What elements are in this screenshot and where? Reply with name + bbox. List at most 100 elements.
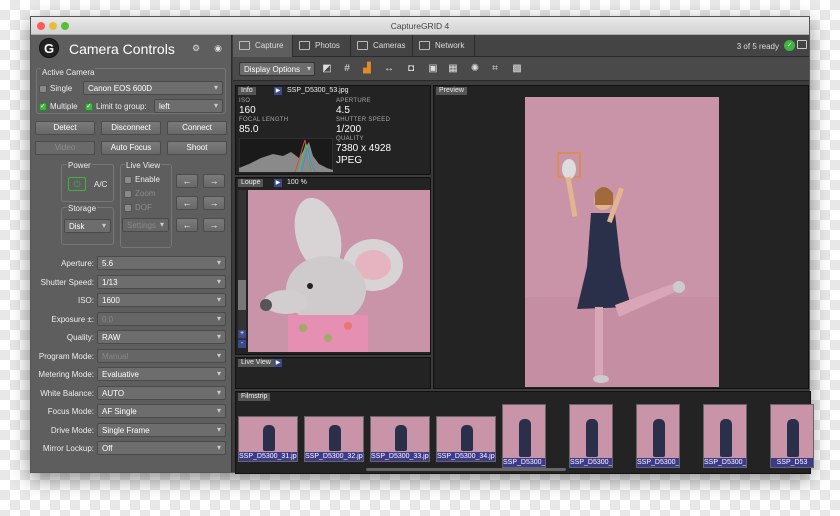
auto-focus-button[interactable]: Auto Focus	[101, 141, 161, 155]
liveview-play-icon[interactable]: ▶	[274, 359, 282, 367]
thumbnail-subject	[586, 419, 598, 457]
preview-tag: Preview	[436, 87, 467, 95]
tab-network[interactable]: Network	[413, 35, 475, 57]
liveview-dof-checkbox[interactable]	[124, 204, 132, 212]
single-label: Single	[50, 84, 73, 93]
active-camera-legend: Active Camera	[41, 68, 96, 77]
limit-group-checkbox[interactable]	[85, 102, 93, 111]
multiple-radio[interactable]	[39, 102, 47, 111]
shutter-label: SHUTTER SPEED	[336, 117, 391, 123]
prop-select[interactable]: 5.6	[97, 256, 226, 270]
camera-capture-icon[interactable]	[797, 40, 807, 49]
connect-button[interactable]: Connect	[167, 121, 227, 135]
filmstrip-thumbnail[interactable]: SSP_D5300_31.jpg	[238, 416, 298, 462]
quality-label: QUALITY	[336, 136, 364, 142]
info-filename: SSP_D5300_53.jpg	[287, 87, 349, 94]
tab-network-label: Network	[435, 41, 465, 50]
filmstrip-thumbnail[interactable]: SSP_D5300_	[636, 404, 680, 468]
shoot-button[interactable]: Shoot	[167, 141, 227, 155]
info-play-icon[interactable]: ▶	[274, 87, 282, 95]
thumbnail-subject	[519, 419, 531, 457]
loupe-zoom-slider-handle[interactable]	[238, 280, 246, 310]
histogram-chart	[239, 138, 333, 172]
prop-select[interactable]: 1/13	[97, 275, 226, 289]
filmstrip-caption: SSP_D5300_34.jpg	[437, 452, 495, 461]
fit-width-icon[interactable]: ↔	[383, 63, 395, 75]
qr-code-icon[interactable]: ▩	[511, 63, 523, 75]
prop-select[interactable]: AF Single	[97, 404, 226, 418]
filmstrip-scrollbar[interactable]	[366, 468, 566, 471]
liveview-zoom-checkbox[interactable]	[124, 190, 132, 198]
snapshot-icon[interactable]: ◘	[405, 63, 417, 75]
prop-select[interactable]: Single Frame	[97, 423, 226, 437]
group-select[interactable]: left	[154, 99, 223, 113]
video-button[interactable]: Video	[35, 141, 95, 155]
thumbnail-subject	[461, 425, 473, 451]
prop-select[interactable]: AUTO	[97, 386, 226, 400]
tab-bar: Capture Photos Cameras Network 3 of 5 re…	[233, 35, 809, 57]
histogram-icon[interactable]: ▟	[361, 63, 373, 75]
settings-gear-icon[interactable]: ⚙	[191, 43, 201, 53]
photos-icon	[299, 41, 310, 50]
prop-label: White Balance:	[40, 389, 94, 398]
tab-cameras[interactable]: Cameras	[351, 35, 413, 57]
focus-left-arrow-button-3[interactable]: ←	[176, 218, 198, 232]
liveview-enable-checkbox[interactable]	[124, 176, 132, 184]
prop-label: Program Mode:	[38, 352, 94, 361]
filmstrip-thumbnail[interactable]: SSP_D5300_	[502, 404, 546, 468]
focus-peaking-icon[interactable]: ✺	[469, 63, 481, 75]
prop-select[interactable]: 1600	[97, 293, 226, 307]
grid-icon[interactable]: #	[341, 63, 353, 75]
filmstrip-thumbnail[interactable]: SSP_D5300_33.jpg	[370, 416, 430, 462]
filmstrip-thumbnail[interactable]: SSP_D5300_32.jpg	[304, 416, 364, 462]
prop-select[interactable]: Off	[97, 441, 226, 455]
loupe-play-icon[interactable]: ▶	[274, 179, 282, 187]
display-options-select[interactable]: Display Options	[239, 62, 315, 76]
prop-select[interactable]: Evaluative	[97, 367, 226, 381]
aperture-value: 4.5	[336, 105, 350, 116]
single-radio[interactable]	[39, 85, 47, 93]
focus-left-arrow-button-2[interactable]: ←	[176, 196, 198, 210]
liveview-pane: Live View ▶	[235, 357, 431, 389]
iso-label: ISO	[239, 98, 251, 104]
info-header: Info ▶ SSP_D5300_53.jpg	[236, 86, 430, 95]
focus-right-arrow-button-2[interactable]: →	[203, 196, 225, 210]
target-icon[interactable]: ◉	[213, 43, 223, 53]
preview-header: Preview	[434, 86, 808, 95]
liveview-legend: Live View	[125, 161, 162, 170]
loupe-zoom-slider[interactable]	[238, 190, 246, 340]
prop-select[interactable]: 0.0	[97, 312, 226, 326]
prop-label: Quality:	[66, 333, 94, 342]
focus-left-arrow-button[interactable]: ←	[176, 174, 198, 188]
loupe-tag: Loupe	[238, 179, 264, 187]
filmstrip-thumbnail[interactable]: SSP_D53	[770, 404, 814, 468]
overlay-icon[interactable]: ▣	[427, 63, 439, 75]
zoom-out-icon[interactable]: -	[238, 340, 246, 348]
loupe-zoom: 100 %	[287, 179, 307, 186]
zoom-in-icon[interactable]: +	[238, 330, 246, 338]
filmstrip-thumbnail[interactable]: SSP_D5300_	[703, 404, 747, 468]
iso-value: 160	[239, 105, 256, 116]
tab-photos[interactable]: Photos	[293, 35, 351, 57]
toy-mouse-closeup	[260, 197, 403, 352]
preview-image	[525, 97, 719, 387]
liveview-settings-select[interactable]: Settings	[122, 218, 169, 232]
focus-right-arrow-button-3[interactable]: →	[203, 218, 225, 232]
checker-icon[interactable]: ▦	[447, 63, 459, 75]
crop-icon[interactable]: ⌗	[489, 63, 501, 75]
tab-photos-label: Photos	[315, 41, 340, 50]
filmstrip-thumbnail[interactable]: SSP_D5300_34.jpg	[436, 416, 496, 462]
prop-select[interactable]: Manual	[97, 349, 226, 363]
filmstrip-thumbnail[interactable]: SSP_D5300_	[569, 404, 613, 468]
disconnect-button[interactable]: Disconnect	[101, 121, 161, 135]
storage-select[interactable]: Disk	[64, 219, 111, 233]
camera-select[interactable]: Canon EOS 600D	[83, 81, 223, 95]
thumbnail-subject	[263, 425, 275, 451]
focus-right-arrow-button[interactable]: →	[203, 174, 225, 188]
loupe-image	[248, 190, 430, 352]
exposure-icon[interactable]: ◩	[321, 63, 333, 75]
detect-button[interactable]: Detect	[35, 121, 95, 135]
tab-capture[interactable]: Capture	[233, 35, 293, 57]
power-legend: Power	[67, 161, 92, 170]
prop-select[interactable]: RAW	[97, 330, 226, 344]
